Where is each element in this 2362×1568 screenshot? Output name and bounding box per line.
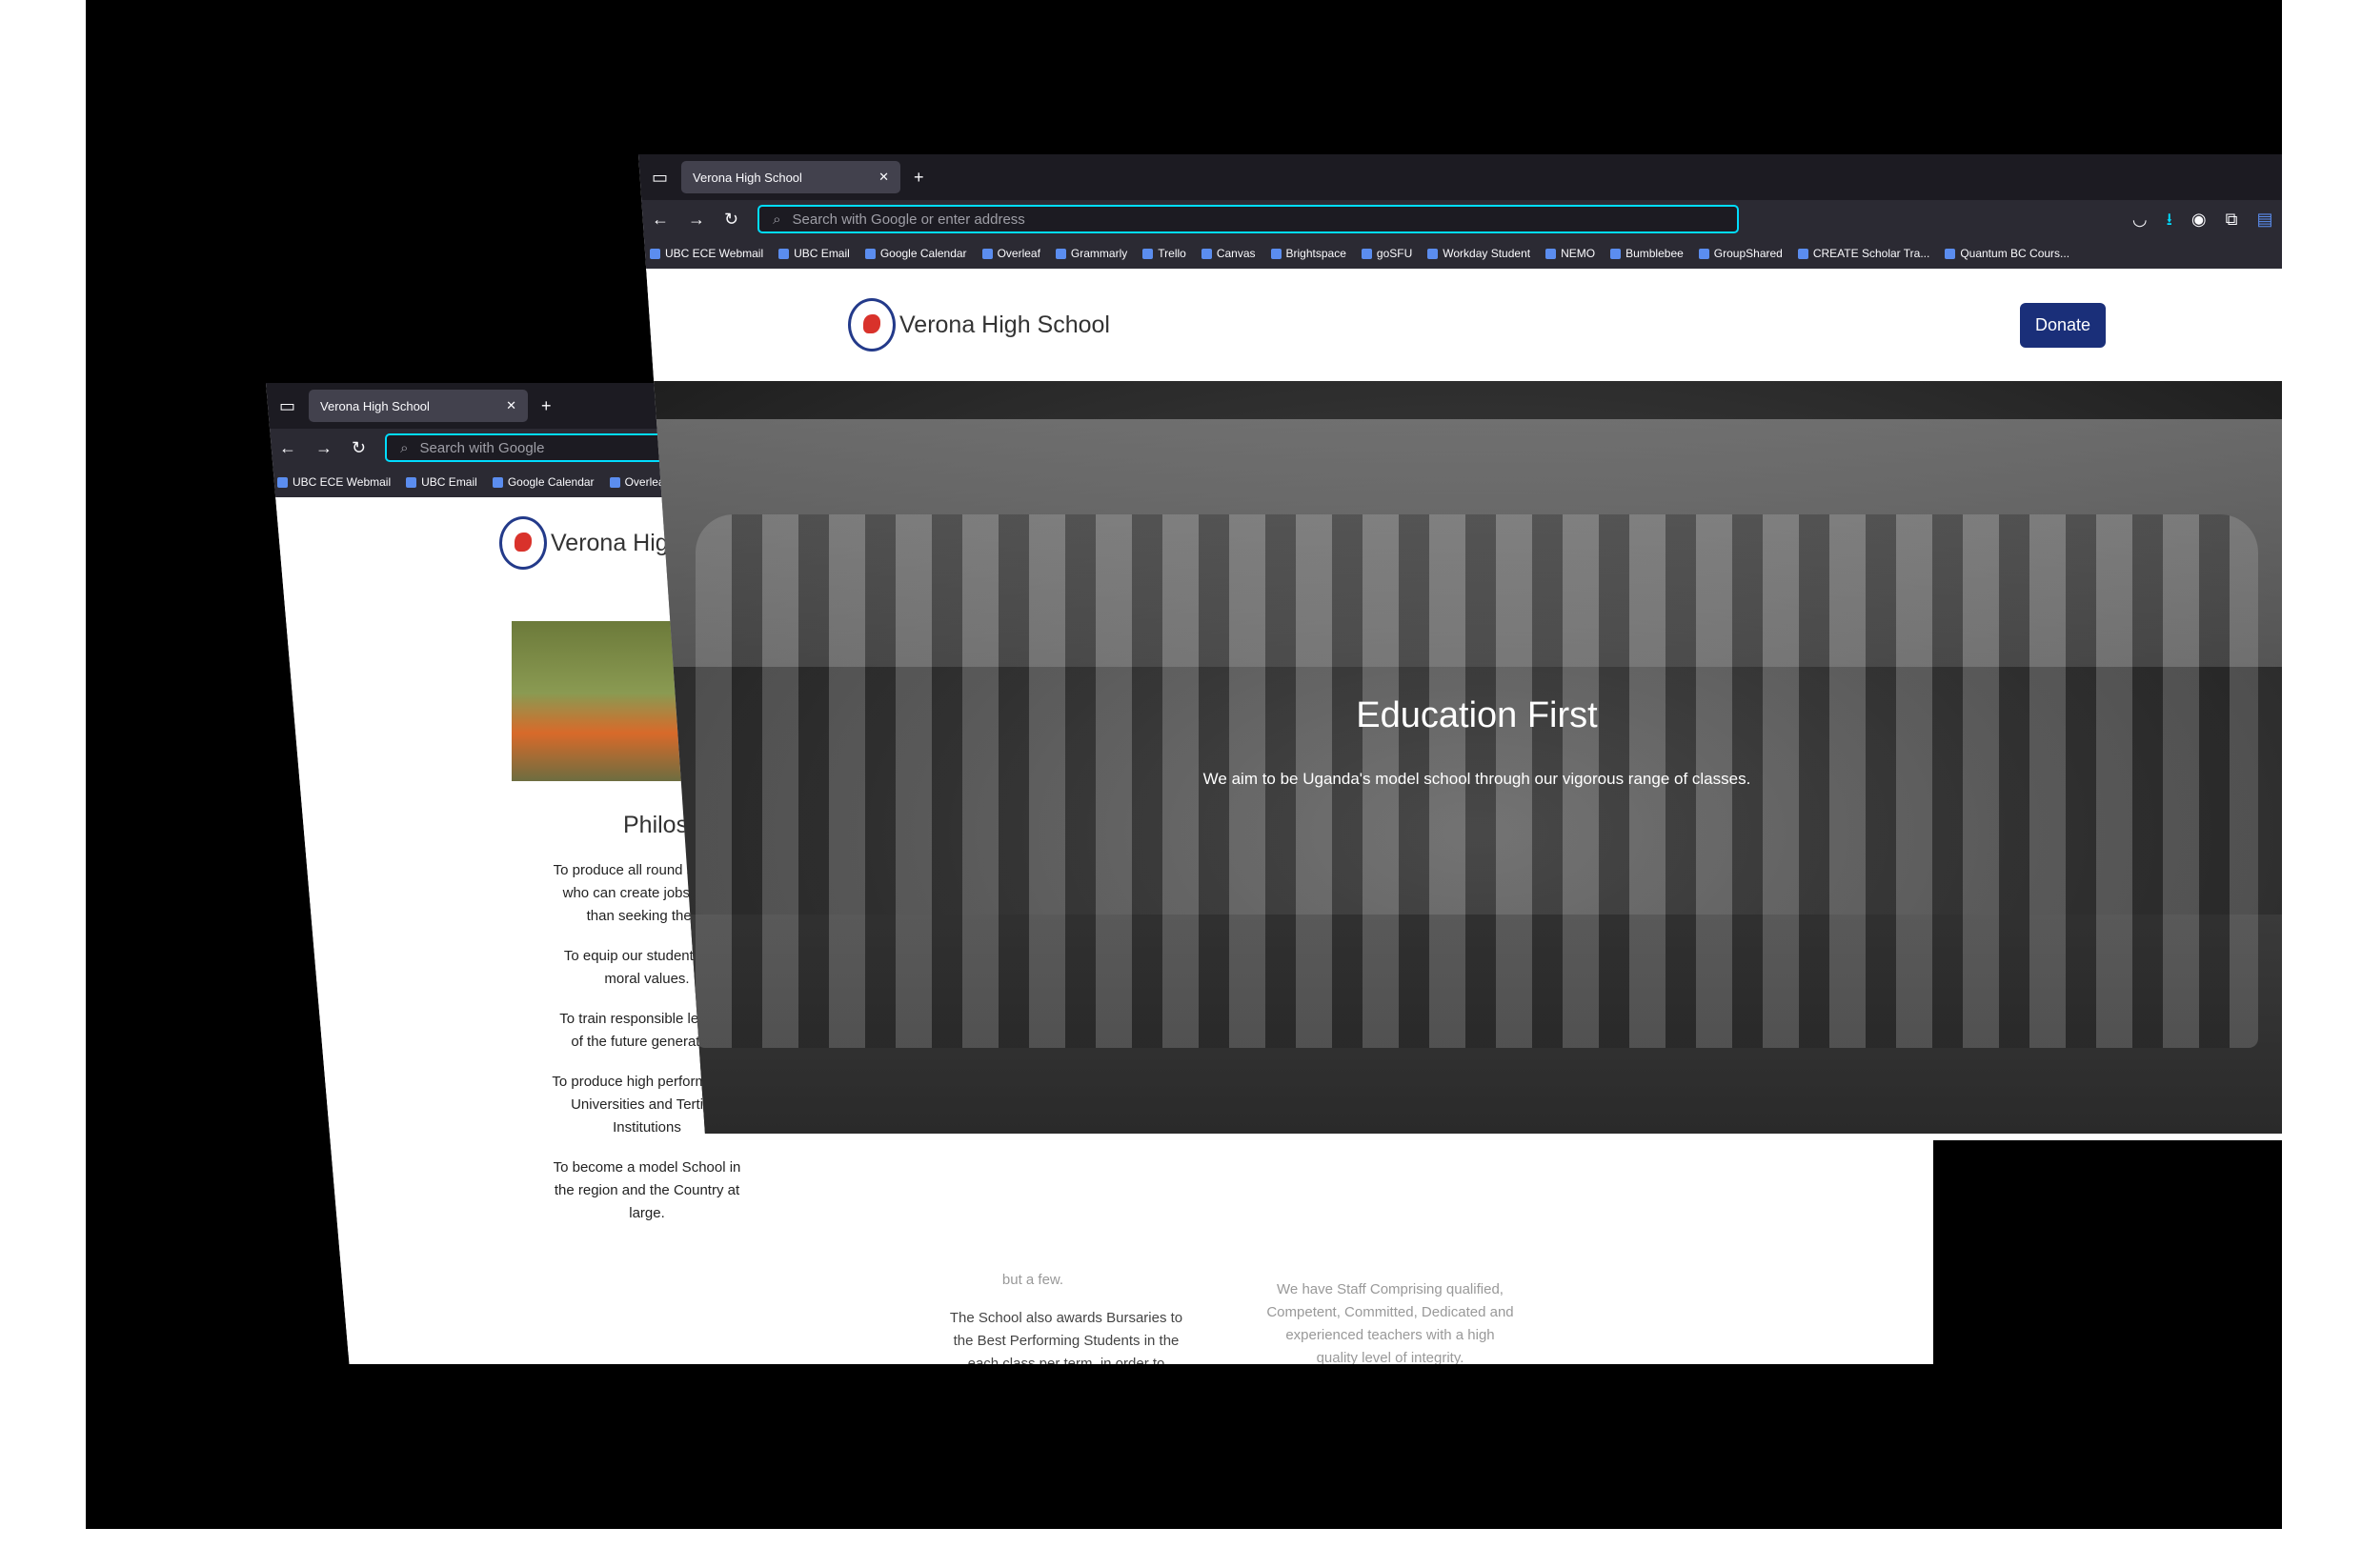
philosophy-item: To become a model School in the region a…: [553, 1159, 741, 1221]
hero-banner: Education First We aim to be Uganda's mo…: [638, 381, 2282, 1134]
site-logo[interactable]: Verona High School: [848, 298, 1110, 352]
bookmark-favicon-icon: [609, 476, 620, 488]
back-arrow-icon[interactable]: ←: [652, 211, 669, 228]
sidebar-icon[interactable]: ▭: [279, 397, 295, 414]
site-header: Verona High School Donate: [638, 269, 2282, 381]
bookmark-item[interactable]: Trello: [1142, 247, 1186, 260]
new-tab-icon[interactable]: +: [541, 397, 552, 414]
hero-title: Education First: [1356, 695, 1598, 735]
bookmark-favicon-icon: [1142, 248, 1154, 259]
reload-icon[interactable]: ↻: [352, 439, 366, 456]
bookmark-favicon-icon: [492, 476, 503, 488]
tab-verona[interactable]: Verona High School ✕: [309, 390, 529, 422]
bookmark-favicon-icon: [1610, 248, 1622, 259]
bookmarks-bar: UBC ECE Webmail UBC Email Google Calenda…: [638, 238, 2282, 269]
bookmark-item[interactable]: Bumblebee: [1610, 247, 1684, 260]
reader-icon[interactable]: ▤: [2256, 211, 2272, 228]
bookmark-item[interactable]: goSFU: [1361, 247, 1412, 260]
bookmark-favicon-icon: [1427, 248, 1439, 259]
bookmark-favicon-icon: [778, 248, 790, 259]
bookmark-favicon-icon: [864, 248, 876, 259]
sidebar-icon[interactable]: ▭: [652, 169, 668, 186]
school-crest-icon: [848, 298, 896, 352]
bookmark-item[interactable]: Workday Student: [1427, 247, 1530, 260]
bookmark-favicon-icon: [406, 476, 417, 488]
bookmark-item[interactable]: UBC Email: [778, 247, 850, 260]
url-placeholder: Search with Google: [419, 439, 545, 456]
download-icon[interactable]: ⭳: [2167, 211, 2172, 228]
tab-verona[interactable]: Verona High School ✕: [681, 161, 901, 193]
middle-text-top: but a few.: [1001, 1272, 1064, 1288]
reload-icon[interactable]: ↻: [724, 211, 738, 228]
bookmark-item[interactable]: Canvas: [1201, 247, 1256, 260]
bookmark-item[interactable]: Overleaf: [981, 247, 1040, 260]
url-bar[interactable]: ⌕ Search with Google or enter address: [757, 205, 1740, 233]
bookmark-item[interactable]: Overleaf: [609, 475, 668, 489]
nav-bar: ← → ↻ ⌕ Search with Google or enter addr…: [638, 200, 2282, 238]
front-browser-window: ▭ Verona High School ✕ + ⌄ ← → ↻ ⌕ Searc…: [638, 154, 2282, 1140]
site-name: Verona High School: [899, 311, 1110, 338]
bookmark-favicon-icon: [1945, 248, 1956, 259]
bookmark-item[interactable]: UBC ECE Webmail: [277, 475, 391, 489]
bookmark-favicon-icon: [650, 248, 660, 259]
forward-arrow-icon[interactable]: →: [688, 211, 705, 228]
staff-text: We have Staff Comprising qualified, Comp…: [1266, 1281, 1514, 1364]
bookmark-favicon-icon: [1797, 248, 1808, 259]
bookmark-item[interactable]: UBC Email: [406, 475, 477, 489]
toolbar-icons: ◡ ⭳ ◉ ⧉ ▤ ≡: [2132, 211, 2282, 228]
close-tab-icon[interactable]: ✕: [506, 398, 516, 413]
bookmark-favicon-icon: [1545, 248, 1557, 259]
screenshot-stage: ▭ Verona High School ✕ + ← → ↻ ⌕ Search …: [86, 0, 2282, 1529]
bookmark-favicon-icon: [1361, 248, 1372, 259]
bookmark-item[interactable]: Quantum BC Cours...: [1945, 247, 2069, 260]
extensions-icon[interactable]: ⧉: [2226, 211, 2238, 228]
bookmark-item[interactable]: Grammarly: [1055, 247, 1127, 260]
close-tab-icon[interactable]: ✕: [878, 170, 889, 185]
bookmark-favicon-icon: [1055, 248, 1066, 259]
bookmark-favicon-icon: [1270, 248, 1282, 259]
bookmark-favicon-icon: [277, 476, 288, 488]
bookmark-item[interactable]: UBC ECE Webmail: [650, 247, 763, 260]
tab-bar: ▭ Verona High School ✕ + ⌄: [638, 154, 2282, 200]
search-icon: ⌕: [773, 211, 781, 228]
bookmark-favicon-icon: [981, 248, 993, 259]
bookmark-item[interactable]: Google Calendar: [864, 247, 967, 260]
hero-subtitle: We aim to be Uganda's model school throu…: [1202, 770, 1751, 788]
bookmark-favicon-icon: [1698, 248, 1709, 259]
bookmark-item[interactable]: Brightspace: [1270, 247, 1346, 260]
bookmark-item[interactable]: CREATE Scholar Tra...: [1797, 247, 1929, 260]
tab-title: Verona High School: [320, 398, 430, 413]
account-icon[interactable]: ◉: [2191, 211, 2207, 228]
url-placeholder: Search with Google or enter address: [792, 211, 1025, 228]
new-tab-icon[interactable]: +: [914, 169, 924, 186]
bookmark-item[interactable]: GroupShared: [1698, 247, 1783, 260]
bookmark-item[interactable]: Google Calendar: [492, 475, 595, 489]
bookmark-item[interactable]: NEMO: [1545, 247, 1595, 260]
tab-title: Verona High School: [693, 170, 802, 185]
bursaries-text: The School also awards Bursaries to the …: [949, 1310, 1183, 1364]
search-icon: ⌕: [400, 439, 409, 456]
donate-button[interactable]: Donate: [2019, 302, 2106, 348]
forward-arrow-icon[interactable]: →: [315, 439, 333, 456]
school-crest-icon: [499, 516, 547, 570]
pocket-icon[interactable]: ◡: [2132, 211, 2148, 228]
back-arrow-icon[interactable]: ←: [279, 439, 296, 456]
bookmark-favicon-icon: [1201, 248, 1212, 259]
